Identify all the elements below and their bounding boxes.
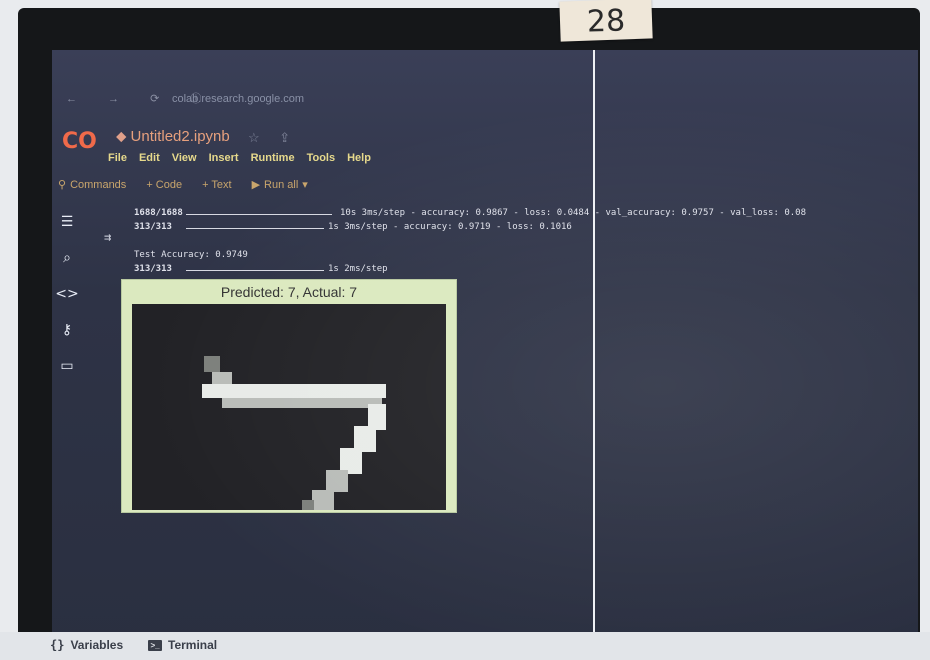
braces-icon: {}: [50, 638, 65, 652]
output-steps-3: 313/313: [134, 264, 172, 274]
notebook-title[interactable]: ⬥ Untitled2.ipynb: [116, 128, 230, 145]
code-snippets-icon[interactable]: <>: [52, 286, 82, 302]
menu-edit[interactable]: Edit: [139, 152, 160, 164]
menu-tools[interactable]: Tools: [307, 152, 336, 164]
output-metrics-2: 1s 3ms/step - accuracy: 0.9719 - loss: 0…: [328, 222, 572, 232]
add-code-button[interactable]: + Code: [146, 178, 182, 191]
chevron-down-icon: ▾: [302, 179, 308, 191]
monitor-screen: ← → ⟳ ⓘ colab.research.google.com CO ⬥ Un…: [52, 50, 918, 660]
colab-logo[interactable]: CO: [62, 130, 97, 154]
test-accuracy-text: Test Accuracy: 0.9749: [134, 250, 248, 260]
table-of-contents-icon[interactable]: ☰: [52, 214, 82, 230]
add-text-button[interactable]: + Text: [202, 178, 231, 191]
progress-bar-2: [186, 228, 324, 229]
play-icon: ▶: [251, 179, 261, 191]
screen-artifact-line: [593, 50, 595, 660]
star-icon: ⬥: [116, 128, 127, 145]
commands-button[interactable]: ⚲ Commands: [58, 178, 126, 192]
output-metrics-1: 10s 3ms/step - accuracy: 0.9867 - loss: …: [340, 208, 806, 218]
left-sidebar: ☰ ⌕ <> ⚷ ▭: [52, 206, 82, 626]
menu-view[interactable]: View: [172, 152, 197, 164]
find-icon[interactable]: ⌕: [52, 250, 82, 266]
output-metrics-3: 1s 2ms/step: [328, 264, 388, 274]
folder-icon[interactable]: ▭: [52, 358, 82, 374]
bottom-status-bar: {} Variables >_ Terminal: [0, 632, 930, 660]
run-all-button[interactable]: ▶ Run all ▾: [251, 178, 308, 192]
output-steps-1: 1688/1688: [134, 208, 183, 218]
mnist-digit-image: [132, 304, 446, 510]
progress-bar-1: [186, 214, 332, 215]
prediction-figure: Predicted: 7, Actual: 7: [121, 279, 457, 513]
progress-bar-3: [186, 270, 324, 271]
secrets-key-icon[interactable]: ⚷: [52, 322, 82, 338]
url-text[interactable]: colab.research.google.com: [172, 86, 304, 112]
menu-help[interactable]: Help: [347, 152, 371, 164]
notebook-toolbar: ⚲ Commands + Code + Text ▶ Run all ▾: [58, 178, 308, 192]
sticky-label: 28: [559, 0, 653, 42]
title-action-icons[interactable]: ☆ ⇪: [248, 130, 298, 146]
search-icon: ⚲: [58, 179, 67, 191]
menu-file[interactable]: File: [108, 152, 127, 164]
menu-runtime[interactable]: Runtime: [251, 152, 295, 164]
figure-title: Predicted: 7, Actual: 7: [220, 284, 358, 300]
output-toggle-icon[interactable]: ⇉: [104, 230, 111, 244]
terminal-icon: >_: [148, 639, 162, 651]
terminal-button[interactable]: >_ Terminal: [148, 638, 217, 652]
menu-bar: File Edit View Insert Runtime Tools Help: [108, 152, 371, 164]
browser-address-bar: ← → ⟳ ⓘ colab.research.google.com: [52, 86, 918, 112]
variables-button[interactable]: {} Variables: [50, 638, 123, 652]
menu-insert[interactable]: Insert: [209, 152, 239, 164]
output-steps-2: 313/313: [134, 222, 172, 232]
